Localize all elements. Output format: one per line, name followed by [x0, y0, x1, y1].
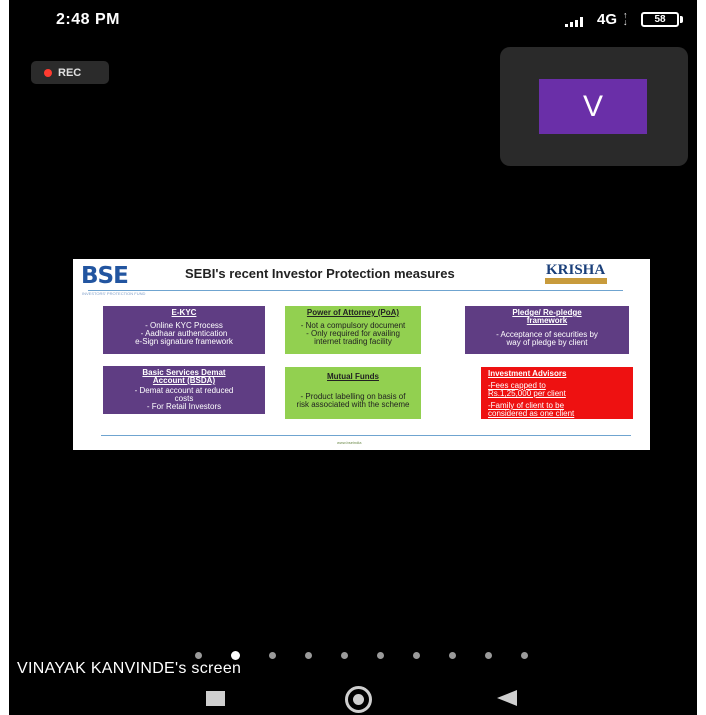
- box-line: considered as one client: [488, 409, 575, 418]
- home-button[interactable]: [345, 686, 372, 713]
- box-ekyc: E-KYC - Online KYC Process - Aadhaar aut…: [103, 306, 265, 354]
- battery-level: 58: [654, 14, 666, 25]
- page-dot[interactable]: [413, 652, 420, 659]
- network-type: 4G: [597, 11, 618, 28]
- home-icon: [353, 694, 364, 705]
- slide-title: SEBI's recent Investor Protection measur…: [185, 266, 455, 281]
- page-dot[interactable]: [449, 652, 456, 659]
- signal-icon: [565, 17, 583, 27]
- box-heading: Power of Attorney (PoA): [306, 308, 400, 317]
- battery-tip: [680, 16, 683, 23]
- data-arrows-icon: ↑ ↓: [623, 10, 628, 27]
- box-heading: Investment Advisors: [488, 369, 567, 378]
- box-power-of-attorney: Power of Attorney (PoA) - Not a compulso…: [285, 306, 421, 354]
- page-dot[interactable]: [485, 652, 492, 659]
- recording-indicator: REC: [31, 61, 109, 84]
- status-bar: 2:48 PM 4G ↑ ↓ 58: [9, 0, 697, 40]
- bse-logo-subtitle: INVESTORS' PROTECTION FUND: [82, 291, 146, 296]
- box-line: - For Retail Investors: [146, 402, 222, 411]
- participant-tile[interactable]: V: [500, 47, 688, 166]
- slide-divider-bottom: [101, 435, 631, 436]
- record-dot-icon: [44, 68, 52, 77]
- box-heading: Mutual Funds: [327, 372, 379, 381]
- recording-label: REC: [58, 66, 82, 79]
- page-dot-active[interactable]: [231, 651, 240, 660]
- box-heading-2: Account (BSDA): [152, 376, 216, 385]
- shared-slide: BSE INVESTORS' PROTECTION FUND SEBI's re…: [73, 259, 650, 450]
- box-heading: E-KYC: [171, 308, 197, 317]
- slide-footer: www.bseindia: [337, 440, 362, 445]
- page-dot[interactable]: [305, 652, 312, 659]
- participant-avatar: V: [539, 79, 647, 134]
- krisha-logo-bar: [545, 278, 607, 284]
- page-dot[interactable]: [341, 652, 348, 659]
- page-dot[interactable]: [377, 652, 384, 659]
- phone-screen: 2:48 PM 4G ↑ ↓ 58 REC V BSE INVESTORS' PR…: [9, 0, 697, 715]
- krisha-logo: KRISHA: [546, 262, 606, 278]
- recents-button[interactable]: [206, 691, 225, 706]
- bse-logo: BSE: [81, 263, 129, 289]
- box-line: Rs.1,25,000 per client: [488, 389, 566, 398]
- box-line: risk associated with the scheme: [296, 400, 410, 409]
- page-dot[interactable]: [269, 652, 276, 659]
- box-heading-2: framework: [526, 316, 568, 325]
- slide-divider-top: [88, 290, 623, 291]
- back-button[interactable]: [497, 690, 517, 706]
- page-dot[interactable]: [521, 652, 528, 659]
- page-indicator[interactable]: [195, 651, 528, 660]
- battery-icon: 58: [641, 12, 679, 27]
- box-line: internet trading facility: [314, 337, 392, 346]
- box-bsda: Basic Services Demat Account (BSDA) - De…: [103, 366, 265, 414]
- box-line: way of pledge by client: [506, 338, 588, 347]
- page-dot[interactable]: [195, 652, 202, 659]
- box-investment-advisors: Investment Advisors -Fees capped to Rs.1…: [481, 367, 633, 419]
- box-mutual-funds: Mutual Funds - Product labelling on basi…: [285, 367, 421, 419]
- box-pledge: Pledge/ Re-pledge framework - Acceptance…: [465, 306, 629, 354]
- status-time: 2:48 PM: [56, 11, 120, 28]
- screen-owner-label: VINAYAK KANVINDE's screen: [17, 660, 242, 677]
- box-line: e-Sign signature framework: [135, 337, 233, 346]
